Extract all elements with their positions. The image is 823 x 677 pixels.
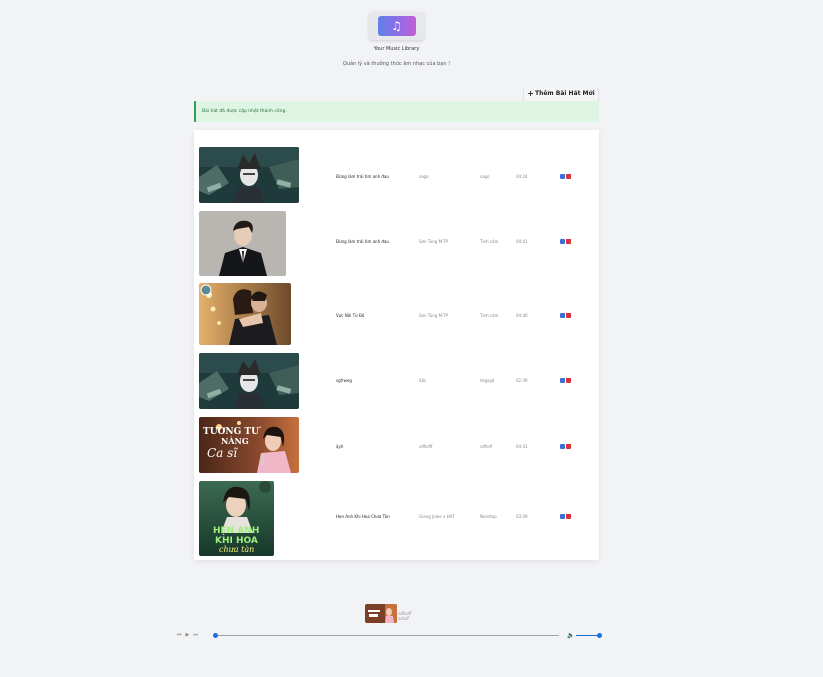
song-row[interactable]: Vực Nối Từ Đó Sơn Tùng M-TP Tình cảm 04:… [194,282,599,346]
song-genre: Tình cảm [480,239,499,244]
add-song-button[interactable]: + Thêm Bài Hát Mới [524,86,598,101]
song-artist: Sơn Tùng M-TP [419,239,448,244]
thumbnail-text: HẸN ANH [213,526,259,536]
song-genre: Nonstop [480,514,497,519]
song-genre: sđfsdf [480,444,493,449]
now-playing-alt: sđfsdff sdsdf [398,611,412,621]
song-duration: 03:39 [516,514,528,519]
song-row[interactable]: TƯƠNG TƯ NÀNG Ca sĩ ậyh sđfsdff sđfsdf 0… [194,416,599,474]
edit-icon[interactable] [560,444,565,449]
song-title: Đừng làm trái tim anh đau [336,239,389,244]
player-controls: ⏮ ▶ ⏭ [177,632,198,638]
trash-icon[interactable] [566,313,571,318]
song-row[interactable]: HẸN ANH KHI HOA chưa tàn Hẹn Anh Khi Hoa… [194,480,599,558]
song-title: sgfrweg [336,378,352,383]
song-row[interactable]: Đừng làm trái tim anh đau sago sago 04:2… [194,144,599,204]
music-note-icon: ♫ [377,16,416,36]
trash-icon[interactable] [566,444,571,449]
now-playing-alt-line: sdsdf [398,616,409,621]
now-playing-thumbnail [365,604,397,623]
progress-bar[interactable] [214,635,559,636]
song-artist: Giang Jolee x HAT [419,514,455,519]
trash-icon[interactable] [566,514,571,519]
trash-icon[interactable] [566,378,571,383]
trash-icon[interactable] [566,239,571,244]
song-artist: ăấs [419,378,426,383]
song-duration: 04:24 [516,174,528,179]
previous-icon[interactable]: ⏮ [177,632,182,638]
song-thumbnail [199,283,291,345]
play-icon[interactable]: ▶ [186,632,190,638]
thumbnail-text: chưa tàn [219,545,254,554]
app-logo: ♫ [369,12,424,40]
page-title: Your Music Library [373,46,420,52]
song-title: ậyh [336,444,344,449]
song-title: Đừng làm trái tim anh đau [336,174,389,179]
song-duration: 04:40 [516,313,528,318]
song-thumbnail [199,353,299,409]
song-title: Hẹn Anh Khi Hoa Chưa Tàn [336,514,390,519]
next-icon[interactable]: ⏭ [193,632,198,638]
song-thumbnail [199,147,299,203]
song-thumbnail: HẸN ANH KHI HOA chưa tàn [199,481,274,556]
progress-handle[interactable] [213,633,218,638]
thumbnail-text: Ca sĩ [207,446,238,460]
add-song-label: Thêm Bài Hát Mới [534,90,595,97]
song-thumbnail [199,211,286,276]
song-row[interactable]: Đừng làm trái tim anh đau Sơn Tùng M-TP … [194,210,599,276]
song-genre: sago [480,174,490,179]
song-duration: 04:41 [516,239,528,244]
song-genre: Tình cảm [480,313,499,318]
volume-icon[interactable]: 🔈 [567,632,574,639]
song-artist: sago [419,174,429,179]
thumbnail-text: NÀNG [221,436,249,446]
song-title: Vực Nối Từ Đó [336,313,365,318]
song-duration: 04:41 [516,444,528,449]
volume-slider[interactable] [576,635,599,636]
song-duration: 02:39 [516,378,528,383]
edit-icon[interactable] [560,313,565,318]
alert-message: Bài hát đã được cập nhật thành công. [202,109,287,114]
song-thumbnail: TƯƠNG TƯ NÀNG Ca sĩ [199,417,299,473]
song-artist: sđfsdff [419,444,433,449]
plus-icon: + [527,88,534,98]
volume-handle[interactable] [597,633,602,638]
edit-icon[interactable] [560,514,565,519]
song-row[interactable]: sgfrweg ăấs dsgsgd 02:39 [194,352,599,410]
song-artist: Sơn Tùng M-TP [419,313,448,318]
success-alert: Bài hát đã được cập nhật thành công. [194,101,599,122]
edit-icon[interactable] [560,378,565,383]
song-list: Đừng làm trái tim anh đau sago sago 04:2… [194,130,599,560]
trash-icon[interactable] [566,174,571,179]
song-genre: dsgsgd [480,378,495,383]
page-subtitle: Quản lý và thưởng thức âm nhạc của bạn ! [342,61,451,67]
edit-icon[interactable] [560,174,565,179]
edit-icon[interactable] [560,239,565,244]
